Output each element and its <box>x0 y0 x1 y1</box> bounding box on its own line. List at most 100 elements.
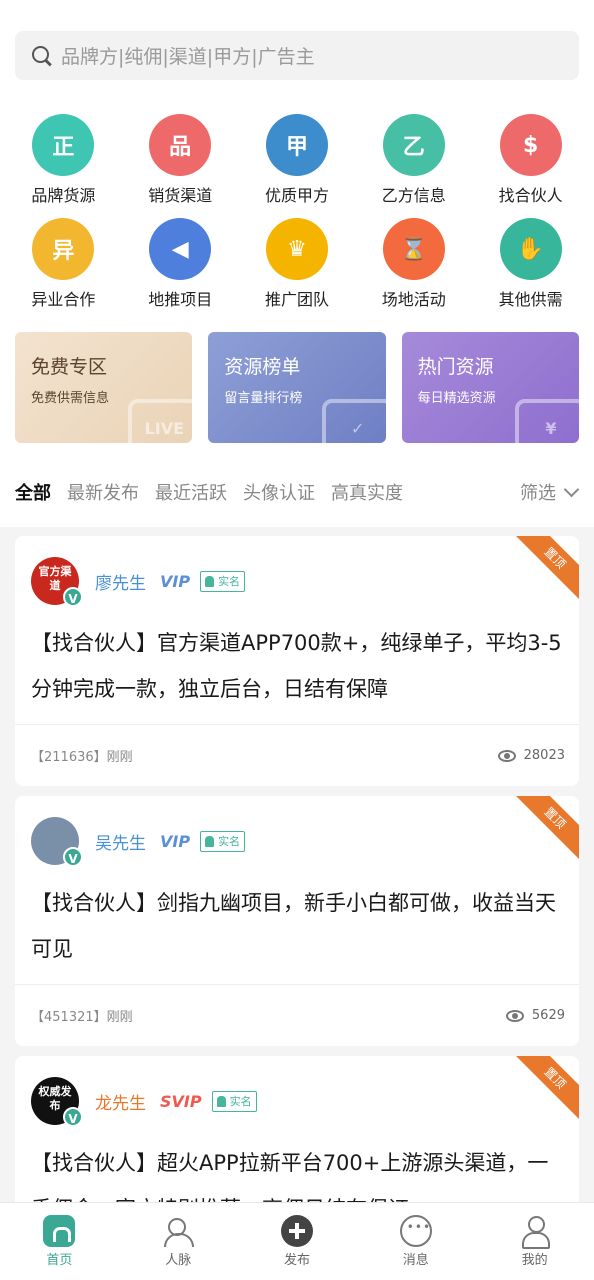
tab-high-authenticity[interactable]: 高真实度 <box>331 479 403 505</box>
hourglass-icon: ⌛ <box>382 218 445 280</box>
home-icon <box>43 1215 76 1247</box>
category-item[interactable]: ✋ 其他供需 <box>472 218 589 310</box>
profile-icon <box>519 1215 551 1249</box>
verified-label: 实名 <box>218 575 241 588</box>
verified-badge: 实名 <box>200 570 246 592</box>
view-count-value: 5629 <box>531 1008 565 1023</box>
category-item[interactable]: 乙乙方信息 <box>355 114 472 206</box>
message-icon <box>399 1215 432 1247</box>
verified-v-icon: V <box>63 847 83 867</box>
category-item[interactable]: 甲优质甲方 <box>239 114 356 206</box>
nav-item[interactable]: 我的 <box>475 1203 594 1280</box>
live-tv-icon: LIVE <box>128 399 193 443</box>
eye-icon <box>505 1009 524 1022</box>
handshake-icon: ✋ <box>499 218 562 280</box>
tab-recent-active[interactable]: 最近活跃 <box>155 479 227 505</box>
tab-all[interactable]: 全部 <box>15 479 51 505</box>
category-label: 异业合作 <box>31 290 96 309</box>
cooperate-icon: 异 <box>32 218 95 280</box>
vip-badge: VIP <box>160 571 191 591</box>
nav-label: 发布 <box>283 1253 310 1268</box>
post-header: 权威发布 V 龙先生 SVIP 实名 <box>15 1056 579 1134</box>
category-label: 优质甲方 <box>264 186 329 205</box>
category-item[interactable]: ⌛ 场地活动 <box>355 218 472 310</box>
filter-label: 筛选 <box>520 483 556 504</box>
view-count: 5629 <box>505 1008 565 1023</box>
person-icon <box>205 835 215 847</box>
nav-item[interactable]: 发布 <box>238 1203 357 1280</box>
tab-avatar-verified[interactable]: 头像认证 <box>243 479 315 505</box>
category-label: 其他供需 <box>498 290 563 309</box>
post-feed: 置顶 官方渠道 V 廖先生 VIP 实名 【找合伙人】官方渠道APP700款+，纯绿单子，平… <box>0 527 594 1244</box>
avatar[interactable]: 权威发布 V <box>31 1077 83 1127</box>
verified-v-icon: V <box>63 587 83 607</box>
nav-label: 消息 <box>402 1253 429 1268</box>
shield-check-icon: ✓ <box>321 399 386 443</box>
network-icon: 品 <box>149 114 212 176</box>
banner-title: 热门资源 <box>417 356 494 378</box>
category-item[interactable]: 品销货渠道 <box>122 114 239 206</box>
verified-v-icon: V <box>63 1107 83 1127</box>
post-text: 【找合伙人】官方渠道APP700款+，纯绿单子，平均3-5分钟完成一款，独立后台… <box>31 631 562 701</box>
post-text: 【找合伙人】剑指九幽项目，新手小白都可做，收益当天可见 <box>31 891 556 961</box>
megaphone-icon: ◀ <box>149 218 212 280</box>
post-meta: 【211636】刚刚 <box>31 750 133 765</box>
category-item[interactable]: ♛ 推广团队 <box>239 218 356 310</box>
search-placeholder: 品牌方|纯佣|渠道|甲方|广告主 <box>61 46 315 68</box>
shield-icon: 正 <box>32 114 95 176</box>
document-icon: 乙 <box>382 114 445 176</box>
nav-label: 首页 <box>46 1253 73 1268</box>
banner-row: 免费专区 免费供需信息 LIVE 资源榜单 留言量排行榜 ✓ 热门资源 每日精选… <box>15 310 579 465</box>
view-count: 28023 <box>497 748 565 763</box>
poster-name[interactable]: 廖先生 <box>95 569 146 594</box>
nav-label: 我的 <box>521 1253 548 1268</box>
category-label: 找合伙人 <box>498 186 563 205</box>
banner-title: 资源榜单 <box>224 356 301 378</box>
category-item[interactable]: 正品牌货源 <box>5 114 122 206</box>
nav-item[interactable]: 人脉 <box>119 1203 238 1280</box>
category-item[interactable]: 异异业合作 <box>5 218 122 310</box>
verified-label: 实名 <box>218 835 241 848</box>
category-item[interactable]: ◀ 地推项目 <box>122 218 239 310</box>
post-meta: 【451321】刚刚 <box>31 1010 133 1025</box>
category-label: 地推项目 <box>148 290 213 309</box>
post-footer: 【451321】刚刚 5629 <box>15 984 579 1046</box>
nav-item[interactable]: 消息 <box>356 1203 475 1280</box>
category-item[interactable]: $ 找合伙人 <box>472 114 589 206</box>
verified-label: 实名 <box>229 1095 252 1108</box>
post-header: V 吴先生 VIP 实名 <box>15 796 579 874</box>
person-icon <box>216 1095 226 1107</box>
avatar[interactable]: 官方渠道 V <box>31 557 83 607</box>
category-label: 乙方信息 <box>381 186 446 205</box>
location-pin-icon: 甲 <box>265 114 328 176</box>
header-area: 品牌方|纯佣|渠道|甲方|广告主 正品牌货源品销货渠道甲优质甲方乙乙方信息 $ 找合… <box>0 0 594 527</box>
category-label: 销货渠道 <box>148 186 213 205</box>
filter-button[interactable]: 筛选 <box>520 479 580 505</box>
contacts-icon <box>162 1215 195 1247</box>
crown-icon: ♛ <box>265 218 328 280</box>
poster-name[interactable]: 吴先生 <box>95 829 146 854</box>
poster-name[interactable]: 龙先生 <box>95 1089 146 1114</box>
banner-free-zone[interactable]: 免费专区 免费供需信息 LIVE <box>15 332 193 443</box>
bottom-nav: 首页 人脉 发布 消息 我的 <box>0 1202 594 1280</box>
search-icon <box>31 45 53 67</box>
search-bar[interactable]: 品牌方|纯佣|渠道|甲方|广告主 <box>15 31 579 80</box>
eye-icon <box>497 749 516 762</box>
post-footer: 【211636】刚刚 28023 <box>15 724 579 786</box>
vip-badge: VIP <box>160 831 191 851</box>
avatar[interactable]: V <box>31 817 83 867</box>
tab-latest[interactable]: 最新发布 <box>67 479 139 505</box>
view-count-value: 28023 <box>523 748 565 763</box>
post-card[interactable]: 置顶 官方渠道 V 廖先生 VIP 实名 【找合伙人】官方渠道APP700款+，纯绿单子，平… <box>15 536 579 786</box>
verified-badge: 实名 <box>200 830 246 852</box>
money-bag-icon: $ <box>499 114 562 176</box>
category-label: 品牌货源 <box>31 186 96 205</box>
post-card[interactable]: 置顶 V 吴先生 VIP 实名 【找合伙人】剑指九幽项目，新手小白都可做，收益当天可见 【4… <box>15 796 579 1046</box>
banner-resource-ranking[interactable]: 资源榜单 留言量排行榜 ✓ <box>208 332 386 443</box>
banner-title: 免费专区 <box>31 356 108 378</box>
verified-badge: 实名 <box>211 1090 257 1112</box>
category-label: 推广团队 <box>264 290 329 309</box>
nav-item[interactable]: 首页 <box>0 1203 119 1280</box>
banner-hot-resources[interactable]: 热门资源 每日精选资源 ¥ <box>401 332 579 443</box>
post-header: 官方渠道 V 廖先生 VIP 实名 <box>15 536 579 614</box>
